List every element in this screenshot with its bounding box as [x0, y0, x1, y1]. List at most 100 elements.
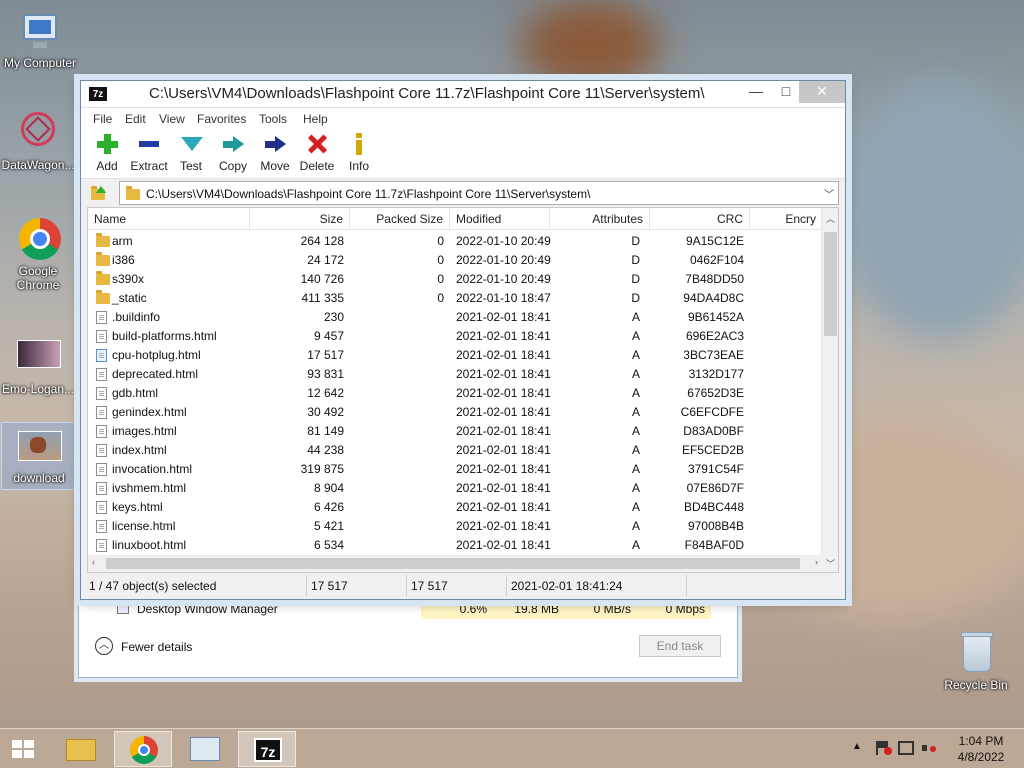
menu-edit[interactable]: Edit	[125, 112, 146, 126]
address-path: C:\Users\VM4\Downloads\Flashpoint Core 1…	[146, 187, 591, 201]
table-row[interactable]: license.html 5 421 2021-02-01 18:41 A 97008B…	[88, 517, 822, 536]
menu-help[interactable]: Help	[303, 112, 328, 126]
info-button[interactable]: Info	[337, 133, 381, 173]
desktop-icon-my-computer[interactable]: My Computer	[2, 8, 78, 70]
table-row[interactable]: images.html 81 149 2021-02-01 18:41 A D83AD0…	[88, 422, 822, 441]
table-row[interactable]: invocation.html 319 875 2021-02-01 18:41 A 3…	[88, 460, 822, 479]
cell-attr: A	[631, 386, 640, 400]
chevron-down-icon[interactable]: ﹀	[824, 186, 834, 201]
column-packed-size[interactable]: Packed Size	[350, 208, 450, 230]
tray-time[interactable]: 1:04 PM	[952, 734, 1010, 748]
table-row[interactable]: .buildinfo 230 2021-02-01 18:41 A 9B61452A	[88, 308, 822, 327]
menu-favorites[interactable]: Favorites	[197, 112, 246, 126]
cell-crc: 07E86D7F	[686, 481, 744, 495]
status-selected: 1 / 47 object(s) selected	[85, 575, 307, 597]
vertical-scroll-thumb[interactable]	[824, 232, 837, 336]
column-modified[interactable]: Modified	[450, 208, 550, 230]
test-button[interactable]: Test	[169, 133, 213, 173]
desktop-icon-label: Emo-Logan...	[1, 382, 75, 396]
cell-size: 44 238	[307, 443, 344, 457]
datawagon-icon	[15, 110, 61, 156]
cell-size: 6 426	[313, 500, 344, 514]
cell-modified: 2021-02-01 18:41	[456, 538, 551, 552]
cell-modified: 2022-01-10 20:49	[456, 272, 551, 286]
cell-modified: 2021-02-01 18:41	[456, 348, 551, 362]
process-disk: 0 MB/s	[565, 599, 637, 619]
cell-packed	[350, 479, 444, 498]
menu-tools[interactable]: Tools	[259, 112, 287, 126]
task-manager-row[interactable]: Desktop Window Manager 0.6% 19.8 MB 0 MB…	[79, 599, 737, 619]
add-button[interactable]: Add	[85, 133, 129, 173]
cell-size: 411 335	[301, 291, 345, 305]
x-icon	[305, 133, 329, 155]
up-folder-icon[interactable]	[89, 184, 107, 202]
table-row[interactable]: i386 24 172 0 2022-01-10 20:49 D 0462F104	[88, 251, 822, 270]
table-row[interactable]: index.html 44 238 2021-02-01 18:41 A EF5CED2…	[88, 441, 822, 460]
file-icon	[96, 425, 107, 438]
close-button[interactable]: ✕	[799, 81, 845, 103]
desktop-icon-datawagon[interactable]: DataWagon...	[0, 110, 76, 172]
taskbar-file-explorer[interactable]	[52, 731, 110, 767]
cell-size: 140 726	[300, 272, 344, 286]
table-row[interactable]: cpu-hotplug.html 17 517 2021-02-01 18:41 A 3…	[88, 346, 822, 365]
title-bar[interactable]: 7z C:\Users\VM4\Downloads\Flashpoint Cor…	[81, 81, 845, 107]
column-attributes[interactable]: Attributes	[550, 208, 650, 230]
address-input[interactable]: C:\Users\VM4\Downloads\Flashpoint Core 1…	[119, 181, 839, 205]
menu-view[interactable]: View	[159, 112, 185, 126]
copy-arrow-icon	[221, 133, 245, 155]
maximize-button[interactable]: □	[771, 81, 801, 103]
cell-modified: 2021-02-01 18:41	[456, 443, 551, 457]
move-button[interactable]: Move	[253, 133, 297, 173]
cell-name: linuxboot.html	[112, 538, 187, 552]
cell-packed	[350, 460, 444, 479]
cell-size: 12 642	[307, 386, 344, 400]
desktop-icon-google-chrome[interactable]: Google Chrome	[0, 216, 76, 292]
cell-size: 264 128	[300, 234, 344, 248]
vertical-scrollbar[interactable]: ︿ ﹀	[821, 208, 838, 572]
start-button[interactable]	[6, 735, 40, 763]
horizontal-scrollbar[interactable]: ‹ ›	[88, 555, 822, 572]
file-explorer-icon	[66, 739, 96, 761]
file-list[interactable]: Name Size Packed Size Modified Attribute…	[87, 207, 839, 573]
table-row[interactable]: deprecated.html 93 831 2021-02-01 18:41 A 31…	[88, 365, 822, 384]
tray-expand-icon[interactable]: ▲	[852, 741, 862, 752]
copy-button[interactable]: Copy	[211, 133, 255, 173]
action-center-flag-icon[interactable]	[876, 741, 892, 755]
file-icon	[96, 520, 107, 533]
delete-button[interactable]: Delete	[295, 133, 339, 173]
column-size[interactable]: Size	[250, 208, 350, 230]
desktop-icon-emo-logan[interactable]: Emo-Logan...	[0, 334, 76, 396]
volume-muted-icon[interactable]	[922, 741, 936, 755]
cell-name: invocation.html	[112, 462, 193, 476]
end-task-button[interactable]: End task	[639, 635, 721, 657]
network-icon[interactable]	[898, 741, 914, 755]
minimize-button[interactable]: —	[741, 81, 771, 103]
column-encrypted[interactable]: Encry	[750, 208, 822, 230]
wallpaper-sky	[840, 80, 1024, 340]
table-row[interactable]: keys.html 6 426 2021-02-01 18:41 A BD4BC448	[88, 498, 822, 517]
desktop-icon-download[interactable]: download	[1, 422, 77, 490]
7zip-window: 7z C:\Users\VM4\Downloads\Flashpoint Cor…	[80, 80, 846, 600]
table-row[interactable]: linuxboot.html 6 534 2021-02-01 18:41 A F84B…	[88, 536, 822, 555]
table-row[interactable]: arm 264 128 0 2022-01-10 20:49 D 9A15C12E	[88, 232, 822, 251]
taskbar-7zip[interactable]: 7z	[238, 731, 296, 767]
table-row[interactable]: _static 411 335 0 2022-01-10 18:47 D 94DA4D8C	[88, 289, 822, 308]
cell-crc: F84BAF0D	[684, 538, 744, 552]
column-name[interactable]: Name	[88, 208, 250, 230]
taskbar-chrome[interactable]	[114, 731, 172, 767]
tray-date[interactable]: 4/8/2022	[952, 750, 1010, 764]
table-row[interactable]: gdb.html 12 642 2021-02-01 18:41 A 67652D3E	[88, 384, 822, 403]
taskbar-task-manager[interactable]	[176, 731, 234, 767]
table-row[interactable]: genindex.html 30 492 2021-02-01 18:41 A C6EF…	[88, 403, 822, 422]
cell-attr: A	[631, 329, 640, 343]
menu-file[interactable]: File	[93, 112, 112, 126]
list-rows: arm 264 128 0 2022-01-10 20:49 D 9A15C12E i386…	[88, 232, 822, 555]
horizontal-scroll-thumb[interactable]	[106, 558, 800, 569]
table-row[interactable]: s390x 140 726 0 2022-01-10 20:49 D 7B48DD50	[88, 270, 822, 289]
table-row[interactable]: build-platforms.html 9 457 2021-02-01 18:4…	[88, 327, 822, 346]
extract-button[interactable]: Extract	[127, 133, 171, 173]
desktop-icon-recycle-bin[interactable]: Recycle Bin	[938, 630, 1014, 692]
folder-icon	[126, 186, 140, 200]
table-row[interactable]: ivshmem.html 8 904 2021-02-01 18:41 A 07E86D…	[88, 479, 822, 498]
column-crc[interactable]: CRC	[650, 208, 750, 230]
